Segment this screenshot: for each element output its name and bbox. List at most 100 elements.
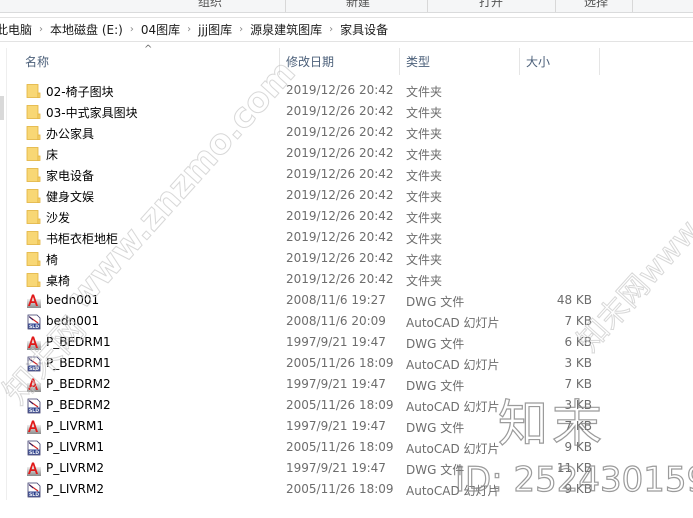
file-modified-date: 2019/12/26 20:42 [286, 83, 394, 97]
file-name: P_BEDRM1 [46, 356, 111, 370]
file-size: 6 KB [564, 335, 592, 349]
file-row[interactable]: 沙发 2019/12/26 20:42 文件夹 [0, 206, 693, 227]
sld-file-icon: SLD [26, 314, 42, 330]
file-name: P_LIVRM2 [46, 482, 104, 496]
file-row[interactable]: 办公家具 2019/12/26 20:42 文件夹 [0, 122, 693, 143]
dwg-file-icon [26, 335, 42, 351]
file-row[interactable]: SLD bedn001 2008/11/6 20:09 AutoCAD 幻灯片 7 KB [0, 311, 693, 332]
chevron-right-icon[interactable]: › [32, 24, 50, 35]
file-row[interactable]: 家电设备 2019/12/26 20:42 文件夹 [0, 164, 693, 185]
file-row[interactable]: SLD P_BEDRM2 2005/11/26 18:09 AutoCAD 幻灯片 3 … [0, 395, 693, 416]
ribbon-group-organize[interactable]: 组织 [195, 0, 225, 10]
file-type: DWG 文件 [406, 463, 465, 477]
column-header-date[interactable]: 修改日期 [280, 48, 399, 75]
file-row[interactable]: 健身文娱 2019/12/26 20:42 文件夹 [0, 185, 693, 206]
svg-text:SLD: SLD [29, 408, 39, 414]
column-header-size-label: 大小 [526, 55, 551, 69]
dwg-file-icon [26, 293, 42, 309]
column-header-size[interactable]: 大小 [520, 48, 599, 75]
file-size: 48 KB [556, 293, 592, 307]
file-type: AutoCAD 幻灯片 [406, 442, 500, 456]
column-header-type[interactable]: 类型 [400, 48, 519, 75]
file-modified-date: 2019/12/26 20:42 [286, 230, 394, 244]
breadcrumb-jjj-gallery[interactable]: jjj图库 [198, 21, 232, 38]
file-type: AutoCAD 幻灯片 [406, 316, 500, 330]
chevron-right-icon[interactable]: › [232, 24, 250, 35]
file-name: bedn001 [46, 314, 100, 328]
file-size: 9 KB [564, 440, 592, 454]
file-row[interactable]: 03-中式家具图块 2019/12/26 20:42 文件夹 [0, 101, 693, 122]
file-row[interactable]: SLD P_LIVRM2 2005/11/26 18:09 AutoCAD 幻灯片 9 … [0, 479, 693, 500]
file-size: 3 KB [564, 356, 592, 370]
file-type: 文件夹 [406, 190, 443, 204]
breadcrumb: 此电脑 › 本地磁盘 (E:) › 04图库 › jjj图库 › 源泉建筑图库 … [0, 21, 388, 38]
file-modified-date: 2019/12/26 20:42 [286, 125, 394, 139]
file-row[interactable]: 床 2019/12/26 20:42 文件夹 [0, 143, 693, 164]
file-size: 9 KB [564, 482, 592, 496]
breadcrumb-local-disk[interactable]: 本地磁盘 (E:) [50, 21, 123, 38]
breadcrumb-04-gallery[interactable]: 04图库 [141, 21, 180, 38]
file-name: P_BEDRM2 [46, 377, 111, 391]
file-type: DWG 文件 [406, 337, 465, 351]
file-modified-date: 2019/12/26 20:42 [286, 251, 394, 265]
breadcrumb-furniture[interactable]: 家具设备 [340, 21, 388, 38]
breadcrumb-yuanquan-gallery[interactable]: 源泉建筑图库 [250, 21, 322, 38]
file-type: DWG 文件 [406, 379, 465, 393]
file-type: AutoCAD 幻灯片 [406, 484, 500, 498]
file-type: 文件夹 [406, 148, 443, 162]
file-name: P_LIVRM1 [46, 419, 104, 433]
file-size: 11 KB [556, 461, 592, 475]
ribbon-group-new[interactable]: 新建 [343, 0, 373, 10]
breadcrumb-this-pc[interactable]: 此电脑 [0, 21, 32, 38]
file-name: P_LIVRM1 [46, 440, 104, 454]
file-row[interactable]: P_LIVRM1 1997/9/21 19:47 DWG 文件 7 KB [0, 416, 693, 437]
chevron-right-icon[interactable]: › [123, 24, 141, 35]
column-header-date-label: 修改日期 [286, 55, 335, 69]
svg-text:SLD: SLD [29, 450, 39, 456]
column-header-name[interactable]: 名称 [18, 48, 279, 75]
file-modified-date: 1997/9/21 19:47 [286, 335, 386, 349]
file-type: AutoCAD 幻灯片 [406, 400, 500, 414]
file-type: DWG 文件 [406, 421, 465, 435]
file-modified-date: 1997/9/21 19:47 [286, 419, 386, 433]
chevron-right-icon[interactable]: › [180, 24, 198, 35]
file-name: P_BEDRM2 [46, 398, 111, 412]
file-row[interactable]: SLD P_LIVRM1 2005/11/26 18:09 AutoCAD 幻灯片 9 … [0, 437, 693, 458]
file-modified-date: 2019/12/26 20:42 [286, 146, 394, 160]
folder-icon [26, 104, 42, 120]
file-row[interactable]: 02-椅子图块 2019/12/26 20:42 文件夹 [0, 80, 693, 101]
folder-icon [26, 272, 42, 288]
svg-text:SLD: SLD [29, 324, 39, 330]
file-name: 床 [46, 148, 59, 162]
address-bar[interactable]: 此电脑 › 本地磁盘 (E:) › 04图库 › jjj图库 › 源泉建筑图库 … [0, 17, 693, 42]
folder-icon [26, 251, 42, 267]
file-name: 书柜衣柜地柜 [46, 232, 119, 246]
file-row[interactable]: 书柜衣柜地柜 2019/12/26 20:42 文件夹 [0, 227, 693, 248]
folder-icon [26, 167, 42, 183]
file-name: 家电设备 [46, 169, 95, 183]
dwg-file-icon [26, 419, 42, 435]
ribbon-separator [632, 0, 633, 12]
file-name: 办公家具 [46, 127, 95, 141]
ribbon-separator [555, 0, 556, 12]
file-row[interactable]: P_BEDRM1 1997/9/21 19:47 DWG 文件 6 KB [0, 332, 693, 353]
file-row[interactable]: P_BEDRM2 1997/9/21 19:47 DWG 文件 7 KB [0, 374, 693, 395]
file-row[interactable]: 桌椅 2019/12/26 20:42 文件夹 [0, 269, 693, 290]
file-type: AutoCAD 幻灯片 [406, 358, 500, 372]
file-row[interactable]: 椅 2019/12/26 20:42 文件夹 [0, 248, 693, 269]
ribbon-group-open[interactable]: 打开 [476, 0, 506, 10]
chevron-right-icon[interactable]: › [322, 24, 340, 35]
file-modified-date: 2008/11/6 20:09 [286, 314, 386, 328]
file-row[interactable]: bedn001 2008/11/6 19:27 DWG 文件 48 KB [0, 290, 693, 311]
ribbon-group-select[interactable]: 选择 [581, 0, 611, 10]
file-type: 文件夹 [406, 232, 443, 246]
file-modified-date: 2005/11/26 18:09 [286, 482, 394, 496]
svg-text:SLD: SLD [29, 366, 39, 372]
file-row[interactable]: P_LIVRM2 1997/9/21 19:47 DWG 文件 11 KB [0, 458, 693, 479]
file-type: 文件夹 [406, 211, 443, 225]
file-name: bedn001 [46, 293, 100, 307]
column-resize-handle[interactable] [599, 48, 600, 75]
file-row[interactable]: SLD P_BEDRM1 2005/11/26 18:09 AutoCAD 幻灯片 3 … [0, 353, 693, 374]
ribbon-separator [427, 0, 428, 12]
file-type: DWG 文件 [406, 295, 465, 309]
